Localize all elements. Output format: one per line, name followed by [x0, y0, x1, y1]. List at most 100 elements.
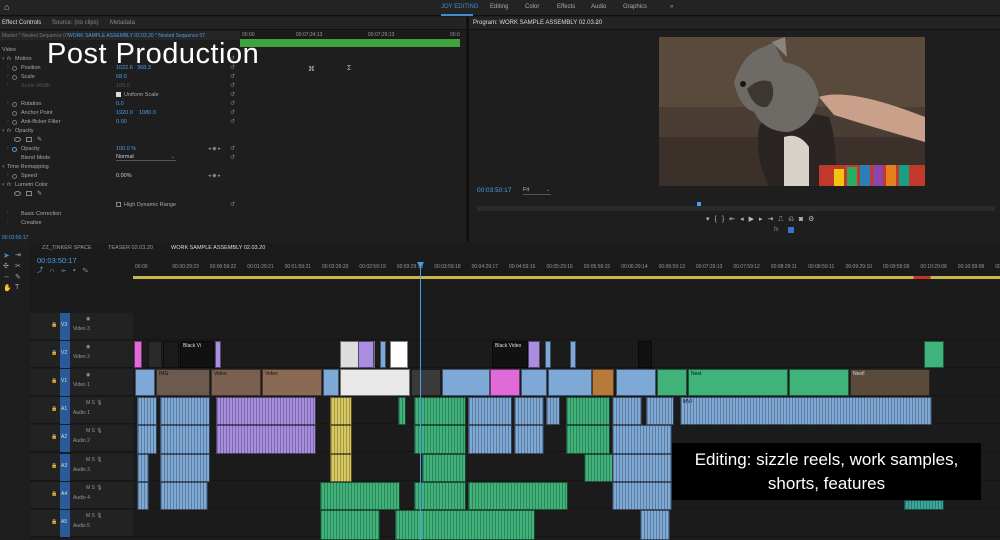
- timeline-clip[interactable]: [320, 510, 380, 540]
- program-playhead-icon[interactable]: [697, 202, 701, 206]
- timeline-clip[interactable]: [320, 482, 400, 510]
- lock-icon[interactable]: 🔒: [51, 322, 57, 328]
- track-header-v1[interactable]: 🔒 V1 Video 1 ◉: [30, 369, 133, 396]
- ec-clip-bar[interactable]: [240, 39, 460, 47]
- lock-icon[interactable]: 🔒: [51, 406, 57, 412]
- eye-icon[interactable]: ◉: [86, 372, 90, 378]
- blend-mode-row[interactable]: Blend Mode Normal ⌄ ↺: [0, 154, 238, 163]
- timeline-clip[interactable]: [546, 397, 560, 425]
- workspace-graphics[interactable]: Graphics: [623, 4, 647, 10]
- more-workspaces-icon[interactable]: »: [670, 4, 673, 10]
- timeline-clip[interactable]: [468, 397, 512, 425]
- antiflicker-row[interactable]: › Anti-flicker Filter 0.00 ↺: [0, 118, 238, 127]
- anchor-row[interactable]: Anchor Point 1920.0 1080.0 ↺: [0, 109, 238, 118]
- lift-icon[interactable]: ⎍: [778, 216, 788, 223]
- slip-tool-icon[interactable]: ↔: [3, 273, 10, 280]
- pen-mask-icon[interactable]: ✎: [37, 136, 42, 143]
- timeline-clip[interactable]: [398, 397, 406, 425]
- timeline-clip[interactable]: [390, 341, 408, 368]
- track-lane-v3[interactable]: [133, 313, 1000, 340]
- timeline-clip[interactable]: [612, 397, 642, 425]
- hdr-row[interactable]: High Dynamic Range ↺: [0, 201, 238, 210]
- timeline-clip[interactable]: [163, 341, 179, 368]
- stopwatch-icon[interactable]: [12, 147, 17, 152]
- stopwatch-icon[interactable]: [12, 66, 17, 71]
- chevron-down-icon[interactable]: ▾: [2, 164, 5, 170]
- export-frame-icon[interactable]: ◙: [799, 216, 808, 223]
- lock-icon[interactable]: 🔒: [51, 350, 57, 356]
- vr-toggle-icon[interactable]: [788, 227, 794, 233]
- timeline-clip[interactable]: [414, 482, 466, 510]
- timeline-clip[interactable]: [340, 369, 410, 396]
- antiflicker-value[interactable]: 0.00: [116, 119, 127, 125]
- timeline-clip[interactable]: [216, 425, 316, 454]
- timeline-clip[interactable]: [638, 341, 652, 368]
- play-icon[interactable]: ▶: [749, 216, 759, 223]
- timeline-clip[interactable]: [330, 454, 352, 482]
- selection-tool-icon[interactable]: ➤: [3, 251, 10, 260]
- chevron-right-icon[interactable]: ›: [7, 64, 9, 70]
- speed-value[interactable]: 0.00%: [116, 173, 132, 179]
- track-lane-v2[interactable]: [133, 341, 1000, 368]
- add-marker-icon[interactable]: ▾: [73, 268, 83, 274]
- track-header-v2[interactable]: 🔒 V2 Video 2 ◉: [30, 341, 133, 368]
- timeline-clip[interactable]: MVI: [680, 397, 932, 425]
- timeline-clip[interactable]: [490, 369, 520, 396]
- chevron-right-icon[interactable]: ›: [7, 100, 9, 106]
- timeline-clip[interactable]: [442, 369, 490, 396]
- timeline-clip[interactable]: Black Video: [492, 341, 528, 368]
- timeline-clip[interactable]: [137, 454, 149, 482]
- workspace-joy-editing[interactable]: JOY EDITING: [441, 4, 479, 10]
- program-timecode[interactable]: 00:03:50:17: [477, 187, 511, 194]
- chevron-down-icon[interactable]: ▾: [2, 56, 5, 62]
- mute-solo-icon[interactable]: M S 🎙: [86, 428, 103, 434]
- timeline-clip[interactable]: [422, 454, 466, 482]
- timeline-clip[interactable]: [330, 397, 352, 425]
- reset-icon[interactable]: ↺: [230, 118, 235, 125]
- uniform-scale-checkbox[interactable]: [116, 92, 121, 97]
- stopwatch-icon[interactable]: [12, 75, 17, 80]
- track-lane-a5[interactable]: [133, 510, 1000, 537]
- wrench-icon[interactable]: ✎: [83, 268, 95, 274]
- timeline-clip[interactable]: [160, 454, 210, 482]
- hdr-checkbox[interactable]: [116, 202, 121, 207]
- mute-solo-icon[interactable]: M S 🎙: [86, 400, 103, 406]
- reset-icon[interactable]: ↺: [230, 73, 235, 80]
- stopwatch-icon[interactable]: [12, 102, 17, 107]
- nest-icon[interactable]: ⤴: [37, 268, 50, 274]
- timeline-clip[interactable]: [646, 397, 674, 425]
- timeline-clip[interactable]: [521, 369, 547, 396]
- timeline-clip[interactable]: Video: [262, 369, 322, 396]
- hand-tool-icon[interactable]: ✋: [3, 284, 12, 292]
- timeline-clip[interactable]: [548, 369, 592, 396]
- ellipse-mask-icon[interactable]: [14, 137, 21, 142]
- tab-work-sample-assembly[interactable]: WORK SAMPLE ASSEMBLY 02.03.20: [171, 245, 265, 251]
- reset-icon[interactable]: ↺: [230, 100, 235, 107]
- timeline-clip[interactable]: [137, 482, 149, 510]
- type-tool-icon[interactable]: T: [15, 284, 19, 291]
- extract-icon[interactable]: ⎌: [788, 216, 799, 223]
- lock-icon[interactable]: 🔒: [51, 378, 57, 384]
- timeline-clip[interactable]: [330, 425, 352, 454]
- reset-icon[interactable]: ↺: [230, 154, 235, 161]
- timeline-clip[interactable]: [148, 341, 162, 368]
- workspace-editing[interactable]: Editing: [490, 4, 508, 10]
- chevron-right-icon[interactable]: ›: [7, 172, 9, 178]
- tab-zz-tinker-space[interactable]: ZZ_TINKER SPACE: [42, 245, 92, 251]
- uniform-scale-row[interactable]: Uniform Scale ↺: [0, 91, 238, 100]
- pen-mask-icon[interactable]: ✎: [37, 190, 42, 197]
- snap-icon[interactable]: ∩: [50, 268, 61, 274]
- settings-icon[interactable]: ⚙: [808, 216, 819, 223]
- track-header-a3[interactable]: 🔒 A3 Audio 3 M S 🎙: [30, 454, 133, 481]
- rectangle-mask-icon[interactable]: [26, 191, 32, 196]
- anchor-y-value[interactable]: 1080.0: [139, 110, 156, 116]
- ellipse-mask-icon[interactable]: [14, 191, 21, 196]
- mute-solo-icon[interactable]: M S 🎙: [86, 485, 103, 491]
- basic-correction-row[interactable]: › Basic Correction: [0, 210, 238, 219]
- timeline-clip[interactable]: [395, 510, 535, 540]
- program-scrubber[interactable]: [477, 206, 995, 211]
- program-video-frame[interactable]: [659, 37, 925, 186]
- timeline-clip[interactable]: [570, 341, 576, 368]
- zoom-fit-dropdown[interactable]: Fit ⌄: [523, 187, 551, 195]
- opacity-value[interactable]: 100.0 %: [116, 146, 136, 152]
